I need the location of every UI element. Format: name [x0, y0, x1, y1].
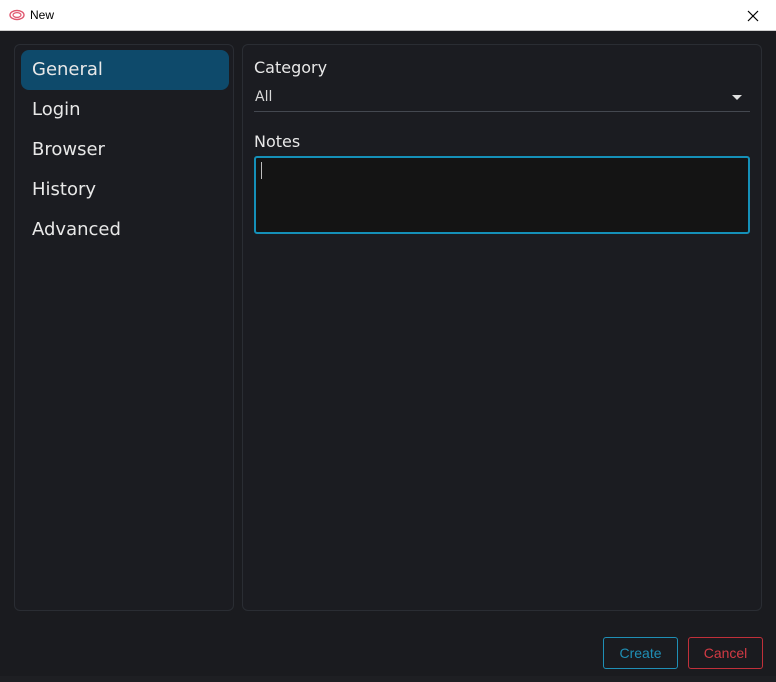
category-selected-value: All: [255, 89, 273, 105]
sidebar-item-login[interactable]: Login: [21, 90, 229, 130]
close-icon: [747, 10, 759, 21]
category-select[interactable]: All: [254, 87, 750, 112]
notes-label: Notes: [254, 132, 301, 151]
text-cursor: [261, 162, 262, 179]
background-window-edge: [0, 676, 776, 682]
create-button[interactable]: Create: [603, 637, 678, 669]
general-settings-panel: Category All Notes: [242, 44, 762, 611]
sidebar-item-browser[interactable]: Browser: [21, 130, 229, 170]
sidebar: General Login Browser History Advanced: [14, 44, 234, 611]
sidebar-item-general[interactable]: General: [21, 50, 229, 90]
app-logo-icon: [9, 9, 25, 21]
dropdown-arrow-icon: [732, 95, 742, 100]
cancel-button[interactable]: Cancel: [688, 637, 763, 669]
title-bar: New: [0, 0, 776, 31]
window-title: New: [30, 8, 55, 22]
sidebar-item-history[interactable]: History: [21, 170, 229, 210]
notes-textarea[interactable]: [254, 156, 750, 234]
category-label: Category: [254, 58, 328, 77]
sidebar-item-advanced[interactable]: Advanced: [21, 210, 229, 250]
close-button[interactable]: [730, 0, 776, 31]
